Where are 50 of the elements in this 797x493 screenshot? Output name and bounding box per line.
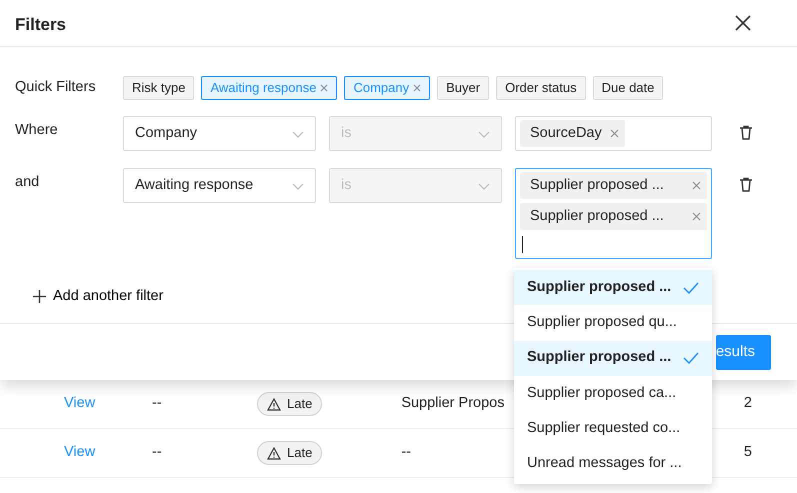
chevron-down-icon bbox=[292, 180, 304, 190]
remove-icon bbox=[692, 181, 701, 190]
dropdown-option[interactable]: Supplier proposed qu... bbox=[514, 305, 712, 341]
table-cell-text: 5 bbox=[744, 443, 752, 462]
value-multi-select[interactable]: SourceDay bbox=[515, 116, 712, 151]
dropdown-option[interactable]: Supplier requested co... bbox=[514, 411, 712, 446]
quick-filter-chip[interactable]: Buyer bbox=[437, 76, 490, 100]
remove-icon bbox=[610, 129, 619, 138]
chevron-down-icon bbox=[478, 128, 490, 138]
close-icon bbox=[733, 13, 753, 33]
condition-connector: Where bbox=[15, 121, 59, 140]
table-cell-text: -- bbox=[152, 443, 163, 462]
text-cursor bbox=[522, 236, 523, 253]
quick-filters-label: Quick Filters bbox=[15, 78, 97, 98]
add-filter-button[interactable]: Add another filter bbox=[33, 286, 164, 308]
operator-select: is bbox=[329, 168, 502, 203]
remove-icon bbox=[320, 84, 328, 92]
dropdown-option[interactable]: Supplier proposed ... bbox=[514, 270, 712, 306]
warning-icon bbox=[267, 446, 281, 460]
operator-select: is bbox=[329, 116, 502, 151]
field-select[interactable]: Company bbox=[123, 116, 316, 151]
check-icon bbox=[683, 282, 699, 294]
check-icon bbox=[683, 352, 699, 364]
delete-button[interactable] bbox=[739, 125, 753, 141]
warning-icon bbox=[267, 398, 281, 410]
value-multi-select[interactable]: Supplier proposed ... Supplier proposed ... bbox=[515, 168, 712, 259]
table-cell-text: Supplier Propos bbox=[401, 394, 504, 414]
plus-icon bbox=[33, 290, 46, 304]
table-cell-text: -- bbox=[152, 394, 163, 414]
late-badge: Late bbox=[257, 441, 322, 465]
table-cell-text: -- bbox=[401, 443, 411, 462]
late-badge: Late bbox=[257, 392, 322, 416]
table-cell-text: 2 bbox=[744, 394, 752, 414]
delete-button[interactable] bbox=[739, 177, 753, 193]
quick-filter-chip[interactable]: Due date bbox=[592, 76, 664, 100]
trash-icon bbox=[739, 177, 753, 192]
dropdown-option[interactable]: Unread messages for ... bbox=[514, 446, 712, 482]
chevron-down-icon bbox=[478, 180, 490, 190]
quick-filter-chip[interactable]: Risk type bbox=[123, 76, 194, 100]
field-select[interactable]: Awaiting response bbox=[123, 168, 316, 203]
dropdown-option[interactable]: Supplier proposed ca... bbox=[514, 376, 712, 412]
dropdown-option[interactable]: Supplier proposed ... bbox=[514, 340, 712, 376]
remove-icon bbox=[692, 212, 701, 221]
quick-filter-chip[interactable]: Order status bbox=[496, 76, 586, 100]
chevron-down-icon bbox=[292, 128, 304, 138]
trash-icon bbox=[739, 125, 753, 140]
close-button[interactable] bbox=[733, 13, 753, 33]
modal-title: Filters bbox=[15, 14, 66, 36]
remove-icon bbox=[413, 84, 422, 92]
condition-connector: and bbox=[15, 173, 40, 192]
